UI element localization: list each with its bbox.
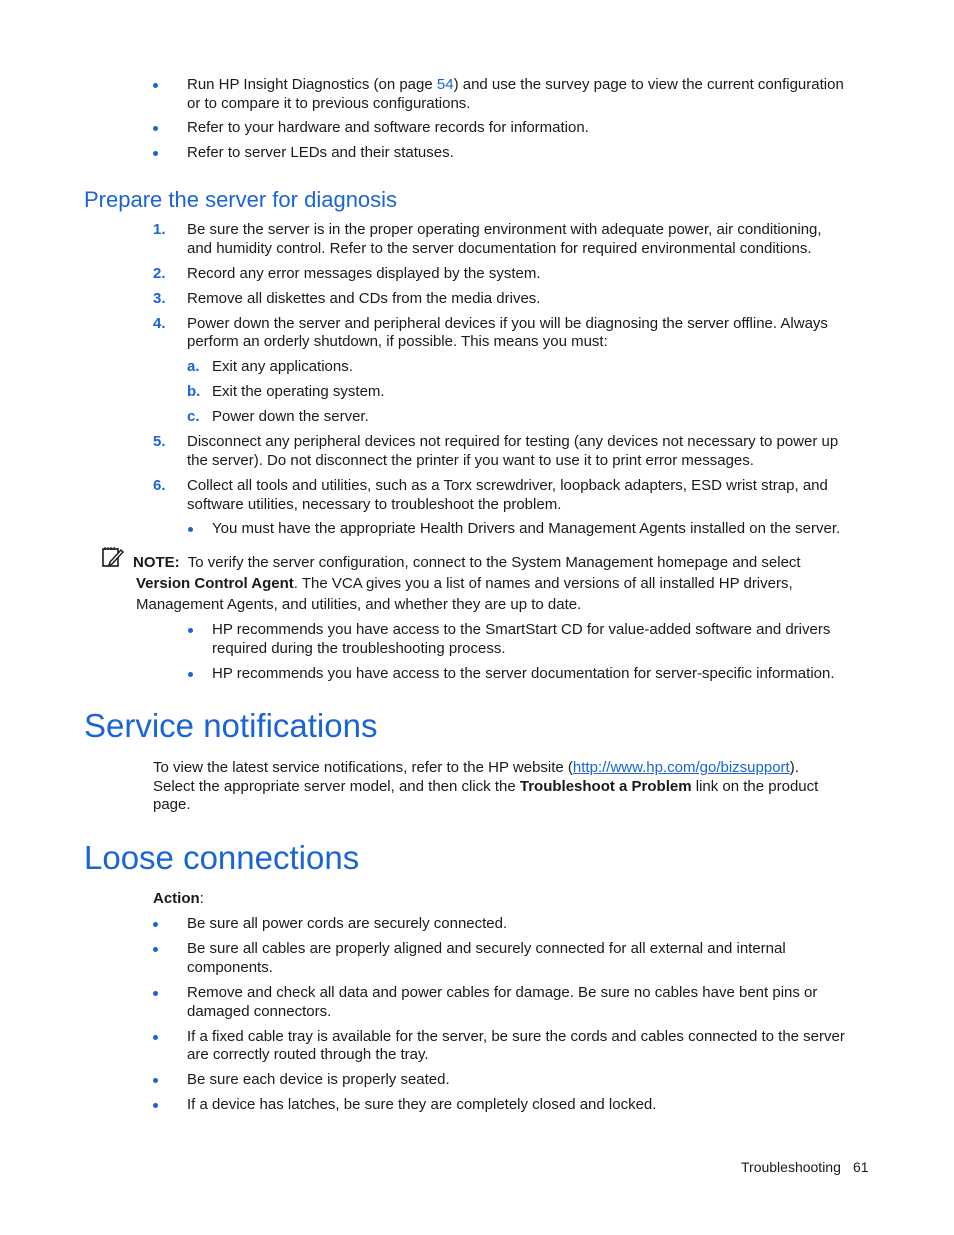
- substep-b: Exit the operating system.: [212, 383, 385, 400]
- intro-bullet-2: Refer to your hardware and software reco…: [187, 119, 589, 136]
- substep-letter: a.: [187, 358, 200, 375]
- footer-page-number: 61: [853, 1159, 869, 1175]
- step-number: 2.: [153, 265, 166, 282]
- step-number: 3.: [153, 290, 166, 307]
- step-5-line1: Disconnect any peripheral devices not re…: [187, 433, 839, 450]
- loose-bullet-4-line2: are correctly routed through the tray.: [187, 1046, 429, 1063]
- step-6-line1: Collect all tools and utilities, such as…: [187, 477, 828, 494]
- step-number: 1.: [153, 221, 166, 238]
- step-2: Record any error messages displayed by t…: [187, 265, 541, 282]
- bullet-icon: [153, 947, 158, 952]
- step-5-line2: the server). Do not disconnect the print…: [187, 452, 754, 469]
- bullet-icon: [153, 126, 158, 131]
- section-heading-service: Service notifications: [84, 707, 378, 744]
- bullet-icon: [188, 628, 193, 633]
- after-note-bullet-2: HP recommends you have access to the ser…: [212, 665, 835, 682]
- loose-bullet-5: Be sure each device is properly seated.: [187, 1071, 450, 1088]
- action-label: Action:: [153, 890, 204, 907]
- after-note-bullet-1-line2: required during the troubleshooting proc…: [212, 640, 506, 657]
- bullet-icon: [153, 1035, 158, 1040]
- step-4-line2: perform an orderly shutdown, if possible…: [187, 333, 608, 350]
- bullet-icon: [153, 83, 158, 88]
- substep-letter: c.: [187, 408, 200, 425]
- substep-a: Exit any applications.: [212, 358, 353, 375]
- section-heading-loose: Loose connections: [84, 839, 360, 876]
- step-1-line2: and humidity control. Refer to the serve…: [187, 240, 812, 257]
- intro-bullet-1-cont: or to compare it to previous configurati…: [187, 95, 471, 112]
- page-link-54[interactable]: 54: [437, 76, 454, 93]
- hp-website-link[interactable]: http://www.hp.com/go/bizsupport: [573, 759, 790, 776]
- service-line1: To view the latest service notifications…: [153, 759, 799, 776]
- step-number: 5.: [153, 433, 166, 450]
- step-1-line1: Be sure the server is in the proper oper…: [187, 221, 822, 238]
- step-6-line2: software utilities, necessary to trouble…: [187, 496, 562, 513]
- loose-bullet-3-line1: Remove and check all data and power cabl…: [187, 984, 818, 1001]
- loose-bullet-4-line1: If a fixed cable tray is available for t…: [187, 1028, 845, 1045]
- after-note-bullet-1-line1: HP recommends you have access to the Sma…: [212, 621, 831, 638]
- service-line2: Select the appropriate server model, and…: [153, 778, 819, 795]
- step-4-line1: Power down the server and peripheral dev…: [187, 315, 828, 332]
- bullet-icon: [153, 1103, 158, 1108]
- section-heading-prepare: Prepare the server for diagnosis: [84, 187, 398, 212]
- loose-bullet-2-line1: Be sure all cables are properly aligned …: [187, 940, 786, 957]
- bullet-icon: [153, 151, 158, 156]
- service-line3: page.: [153, 796, 191, 813]
- bullet-icon: [153, 991, 158, 996]
- note-line3: Management Agents, and utilities, and wh…: [136, 596, 582, 613]
- substep-c: Power down the server.: [212, 408, 369, 425]
- substep-letter: b.: [187, 383, 201, 400]
- intro-bullet-3: Refer to server LEDs and their statuses.: [187, 144, 454, 161]
- note-line2: Version Control Agent. The VCA gives you…: [136, 575, 793, 592]
- step-3: Remove all diskettes and CDs from the me…: [187, 290, 541, 307]
- footer-section-name: Troubleshooting: [741, 1159, 841, 1175]
- loose-bullet-6: If a device has latches, be sure they ar…: [187, 1096, 657, 1113]
- bullet-icon: [188, 527, 193, 532]
- step-number: 4.: [153, 315, 166, 332]
- loose-bullet-3-line2: damaged connectors.: [187, 1003, 332, 1020]
- bullet-icon: [188, 672, 193, 677]
- bullet-icon: [153, 1078, 158, 1083]
- note-line1: NOTE: To verify the server configuration…: [133, 554, 801, 571]
- step-6-bullet: You must have the appropriate Health Dri…: [212, 520, 841, 537]
- note-label: NOTE:: [133, 554, 180, 571]
- bullet-icon: [153, 922, 158, 927]
- note-pencil-icon: [102, 547, 124, 567]
- loose-bullet-2-line2: components.: [187, 959, 273, 976]
- intro-bullet-1: Run HP Insight Diagnostics (on page 54) …: [187, 76, 844, 93]
- step-number: 6.: [153, 477, 166, 494]
- loose-bullet-1: Be sure all power cords are securely con…: [187, 915, 508, 932]
